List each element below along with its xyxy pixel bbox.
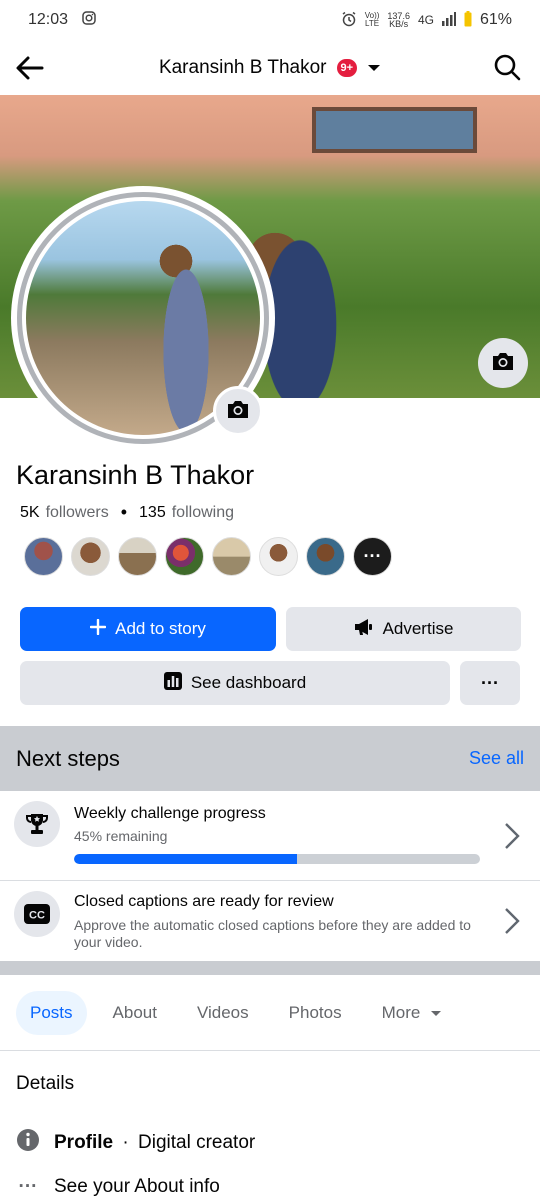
cover-window-detail bbox=[312, 107, 477, 153]
cover-camera-button[interactable] bbox=[478, 338, 528, 388]
profile-tabs: Posts About Videos Photos More bbox=[16, 991, 468, 1035]
status-time: 12:03 bbox=[28, 11, 69, 28]
followers-count: 5K bbox=[20, 503, 40, 521]
see-dashboard-button[interactable]: See dashboard bbox=[20, 661, 450, 705]
battery-level: 61% bbox=[479, 11, 512, 28]
weekly-challenge-title: Weekly challenge progress bbox=[74, 805, 266, 822]
advertise-label: Advertise bbox=[382, 619, 454, 638]
closed-captions-item[interactable]: CC Closed captions are ready for review … bbox=[0, 881, 540, 961]
megaphone-icon bbox=[354, 618, 374, 641]
alarm-icon bbox=[341, 11, 357, 30]
tab-posts[interactable]: Posts bbox=[16, 991, 87, 1035]
header-title: Karansinh B Thakor bbox=[158, 56, 327, 78]
follower-avatar[interactable] bbox=[24, 537, 63, 576]
trophy-icon bbox=[14, 801, 60, 847]
status-bar: 12:03 Vo)) LTE 137.6 KB/s 4G 61% bbox=[0, 0, 540, 40]
follower-stats[interactable]: 5K followers • 135 following bbox=[20, 502, 234, 523]
follower-avatar[interactable] bbox=[259, 537, 298, 576]
battery-icon bbox=[464, 10, 472, 30]
follower-avatar[interactable] bbox=[71, 537, 110, 576]
more-options-button[interactable]: ··· bbox=[460, 661, 520, 705]
advertise-button[interactable]: Advertise bbox=[286, 607, 521, 651]
next-steps-header: Next steps See all bbox=[0, 726, 540, 791]
top-nav: Karansinh B Thakor 9+ bbox=[0, 40, 540, 95]
details-title: Details bbox=[16, 1073, 75, 1094]
caret-down-icon bbox=[430, 1003, 442, 1023]
network-speed: 137.6 KB/s bbox=[387, 11, 410, 29]
weekly-challenge-item[interactable]: Weekly challenge progress 45% remaining bbox=[0, 791, 540, 880]
follower-avatar[interactable] bbox=[306, 537, 345, 576]
tab-more-label: More bbox=[381, 1003, 421, 1022]
network-type: 4G bbox=[417, 13, 434, 27]
challenge-progress-fill bbox=[74, 854, 298, 864]
closed-captions-icon: CC bbox=[14, 891, 60, 937]
caret-down-icon bbox=[367, 57, 381, 79]
ellipsis-icon: ··· bbox=[481, 672, 499, 693]
profile-type-row: Profile · Digital creator bbox=[16, 1128, 255, 1158]
signal-icon bbox=[441, 11, 456, 29]
more-followers-button[interactable]: ··· bbox=[353, 537, 392, 576]
see-all-link[interactable]: See all bbox=[469, 748, 524, 769]
follower-avatar[interactable] bbox=[212, 537, 251, 576]
closed-captions-subtitle: Approve the automatic closed captions be… bbox=[74, 917, 471, 950]
profile-switcher[interactable]: Karansinh B Thakor 9+ bbox=[0, 56, 540, 79]
volte-indicator: Vo)) LTE bbox=[364, 11, 380, 28]
profile-label: Profile bbox=[54, 1132, 114, 1153]
see-about-info-link: See your About info bbox=[54, 1176, 220, 1197]
camera-icon bbox=[491, 351, 515, 376]
profile-camera-button[interactable] bbox=[213, 386, 263, 436]
search-icon[interactable] bbox=[492, 52, 522, 82]
closed-captions-title: Closed captions are ready for review bbox=[74, 893, 334, 910]
camera-icon bbox=[226, 399, 250, 424]
chevron-right-icon bbox=[502, 906, 522, 936]
next-steps-title: Next steps bbox=[16, 745, 120, 771]
tab-videos[interactable]: Videos bbox=[183, 991, 263, 1035]
instagram-icon bbox=[82, 10, 96, 30]
profile-separator: · bbox=[122, 1132, 129, 1153]
see-about-info-row[interactable]: ··· See your About info bbox=[16, 1176, 220, 1198]
see-dashboard-label: See dashboard bbox=[190, 673, 307, 692]
tab-photos[interactable]: Photos bbox=[275, 991, 356, 1035]
info-icon bbox=[16, 1128, 40, 1158]
notification-badge: 9+ bbox=[334, 56, 360, 79]
challenge-progress-bar bbox=[74, 854, 480, 864]
add-to-story-button[interactable]: Add to story bbox=[20, 607, 276, 651]
following-label: following bbox=[171, 503, 234, 521]
follower-avatars[interactable]: ··· bbox=[24, 537, 392, 576]
tab-more[interactable]: More bbox=[368, 991, 457, 1035]
follower-avatar[interactable] bbox=[165, 537, 204, 576]
svg-text:CC: CC bbox=[29, 910, 45, 922]
follower-avatar[interactable] bbox=[118, 537, 157, 576]
add-to-story-label: Add to story bbox=[115, 619, 206, 638]
following-count: 135 bbox=[139, 503, 166, 521]
profile-name: Karansinh B Thakor bbox=[16, 460, 255, 490]
tab-about[interactable]: About bbox=[99, 991, 171, 1035]
plus-icon bbox=[89, 618, 107, 640]
weekly-challenge-subtitle: 45% remaining bbox=[74, 828, 168, 844]
followers-label: followers bbox=[45, 503, 109, 521]
profile-category: Digital creator bbox=[138, 1132, 256, 1153]
chevron-right-icon bbox=[502, 821, 522, 851]
ellipsis-icon: ··· bbox=[18, 1176, 38, 1197]
dashboard-icon bbox=[163, 671, 182, 695]
